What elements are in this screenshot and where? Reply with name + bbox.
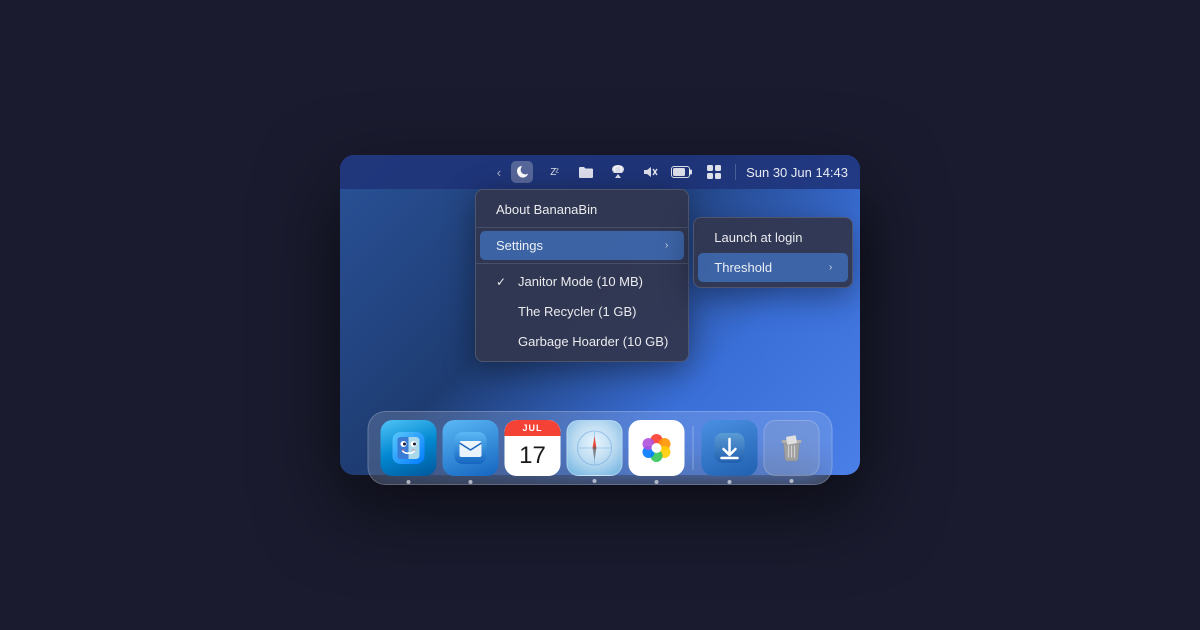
janitor-label: Janitor Mode (10 MB) — [518, 274, 668, 289]
chevron-left-icon[interactable]: ‹ — [497, 165, 501, 180]
separator-1 — [476, 227, 688, 228]
folder-icon[interactable] — [575, 161, 597, 183]
bananabin-menu-icon[interactable] — [511, 161, 533, 183]
menubar: ‹ Zᶻ — [340, 155, 860, 189]
calendar-day: 17 — [519, 436, 546, 476]
trash-dock-icon[interactable] — [764, 420, 820, 476]
menubar-datetime: Sun 30 Jun 14:43 — [746, 165, 848, 180]
separator-2 — [476, 263, 688, 264]
sleep-icon[interactable]: Zᶻ — [543, 161, 565, 183]
mac-window: ‹ Zᶻ — [340, 155, 860, 475]
threshold-arrow-icon: › — [829, 262, 832, 273]
mail-dock-icon[interactable] — [443, 420, 499, 476]
recycler-item[interactable]: The Recycler (1 GB) — [480, 297, 684, 326]
settings-label: Settings — [496, 238, 543, 253]
finder-dock-icon[interactable] — [381, 420, 437, 476]
launch-at-login-item[interactable]: Launch at login — [698, 223, 848, 252]
threshold-label: Threshold — [714, 260, 772, 275]
settings-submenu: Launch at login Threshold › — [693, 217, 853, 288]
settings-item[interactable]: Settings › — [480, 231, 684, 260]
battery-icon — [671, 161, 693, 183]
launch-at-login-label: Launch at login — [714, 230, 802, 245]
calendar-dock-icon[interactable]: JUL 17 — [505, 420, 561, 476]
dock-divider — [693, 426, 694, 470]
control-center-icon[interactable] — [703, 161, 725, 183]
hoarder-item[interactable]: Garbage Hoarder (10 GB) — [480, 327, 684, 356]
settings-arrow-icon: › — [665, 240, 668, 251]
calendar-month: JUL — [505, 420, 561, 436]
menubar-divider — [735, 164, 736, 180]
janitor-mode-item[interactable]: ✓ Janitor Mode (10 MB) — [480, 267, 684, 296]
mute-icon[interactable] — [639, 161, 661, 183]
photos-dock-icon[interactable] — [629, 420, 685, 476]
recycler-label: The Recycler (1 GB) — [518, 304, 668, 319]
dock: JUL 17 — [368, 411, 833, 485]
janitor-check-icon: ✓ — [496, 275, 510, 289]
downloads-dock-icon[interactable] — [702, 420, 758, 476]
dropdown-container: About BananaBin Settings › ✓ Janitor Mod… — [475, 189, 853, 362]
safari-dock-icon[interactable] — [567, 420, 623, 476]
about-bananabin-item[interactable]: About BananaBin — [480, 195, 684, 224]
about-label: About BananaBin — [496, 202, 597, 217]
threshold-item[interactable]: Threshold › — [698, 253, 848, 282]
main-dropdown-menu: About BananaBin Settings › ✓ Janitor Mod… — [475, 189, 689, 362]
hoarder-label: Garbage Hoarder (10 GB) — [518, 334, 668, 349]
airdrop-icon[interactable] — [607, 161, 629, 183]
